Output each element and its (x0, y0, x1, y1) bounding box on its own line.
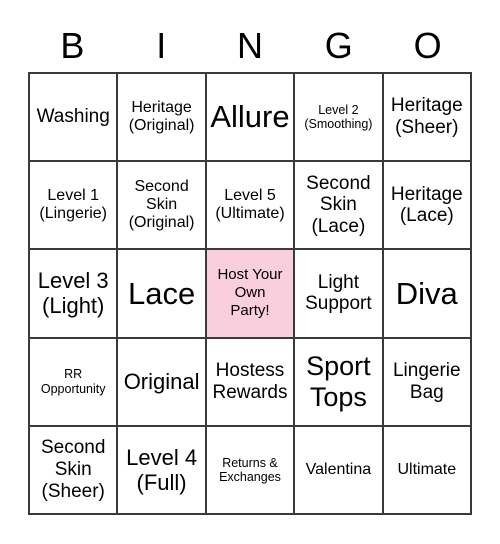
bingo-grid: Washing Heritage (Original) Allure Level 2 … (28, 72, 472, 515)
bingo-cell[interactable]: Heritage (Original) (118, 74, 207, 163)
bingo-cell[interactable]: Heritage (Sheer) (383, 74, 472, 163)
bingo-cell[interactable]: Level 2 (Smoothing) (295, 74, 384, 163)
bingo-cell[interactable]: Original (118, 338, 207, 427)
bingo-cell-label: Ultimate (397, 460, 457, 478)
bingo-free-space-cell[interactable]: Host Your Own Party! (206, 250, 296, 339)
bingo-cell-label: Host Your Own Party! (217, 266, 283, 320)
bingo-cell[interactable]: Second Skin (Original) (118, 162, 207, 251)
bingo-cell[interactable]: Diva (383, 250, 472, 339)
bingo-cell-label: Heritage (Lace) (390, 183, 463, 227)
bingo-cell-label: Hostess Rewards (212, 360, 288, 403)
header-letter-g: G (324, 25, 353, 66)
bingo-cell[interactable]: Light Support (295, 250, 384, 339)
bingo-cell[interactable]: Returns & Exchanges (206, 426, 296, 515)
bingo-cell-label: Diva (395, 275, 458, 311)
bingo-cell-label: Level 3 (Light) (37, 268, 109, 319)
header-letter-n: N (236, 25, 263, 66)
bingo-cell-label: Sport Tops (306, 350, 371, 412)
bingo-cell-label: Valentina (305, 460, 372, 478)
bingo-cell-label: Allure (210, 99, 290, 135)
bingo-cell[interactable]: Washing (30, 74, 119, 163)
bingo-cell-label: Second Skin (Lace) (306, 172, 371, 238)
bingo-cell[interactable]: Second Skin (Lace) (295, 162, 384, 251)
bingo-cell[interactable]: Ultimate (383, 426, 472, 515)
bingo-cell-label: Light Support (305, 271, 372, 315)
bingo-cell-label: Second Skin (Sheer) (40, 437, 106, 502)
bingo-cell[interactable]: Allure (206, 74, 296, 163)
bingo-cell[interactable]: Level 1 (Lingerie) (30, 162, 119, 251)
header-letter-i: I (156, 25, 167, 66)
bingo-cell-label: Level 1 (Lingerie) (39, 187, 107, 223)
bingo-cell[interactable]: Second Skin (Sheer) (30, 426, 119, 515)
bingo-cell-label: Level 2 (Smoothing) (304, 102, 373, 132)
bingo-cell-label: Washing (36, 106, 110, 128)
bingo-cell[interactable]: Level 5 (Ultimate) (206, 162, 296, 251)
bingo-cell-label: Second Skin (Original) (128, 177, 195, 232)
bingo-cell-label: Returns & Exchanges (219, 455, 281, 484)
bingo-cell[interactable]: Level 3 (Light) (30, 250, 119, 339)
bingo-header: B I N G O (28, 20, 472, 72)
bingo-cell-label: Lace (127, 275, 196, 311)
bingo-cell[interactable]: Lace (118, 250, 207, 339)
bingo-card: B I N G O Washing Heritage (Original) Allu… (0, 0, 500, 544)
bingo-cell-label: Heritage (Sheer) (390, 95, 463, 139)
bingo-cell-label: Heritage (Original) (128, 98, 195, 135)
bingo-cell-label: RR Opportunity (40, 367, 106, 396)
header-letter-o: O (413, 25, 442, 66)
bingo-cell-label: Level 5 (Ultimate) (215, 187, 285, 223)
bingo-cell[interactable]: Heritage (Lace) (383, 162, 472, 251)
bingo-cell[interactable]: Valentina (295, 426, 384, 515)
bingo-cell[interactable]: RR Opportunity (30, 338, 119, 427)
bingo-cell-label: Level 4 (Full) (126, 444, 198, 495)
bingo-cell-label: Original (123, 369, 200, 395)
bingo-cell-label: Lingerie Bag (392, 360, 461, 403)
header-letter-b: B (60, 25, 85, 66)
bingo-cell[interactable]: Sport Tops (295, 338, 384, 427)
bingo-cell[interactable]: Hostess Rewards (206, 338, 296, 427)
bingo-cell[interactable]: Lingerie Bag (383, 338, 472, 427)
bingo-cell[interactable]: Level 4 (Full) (118, 426, 207, 515)
